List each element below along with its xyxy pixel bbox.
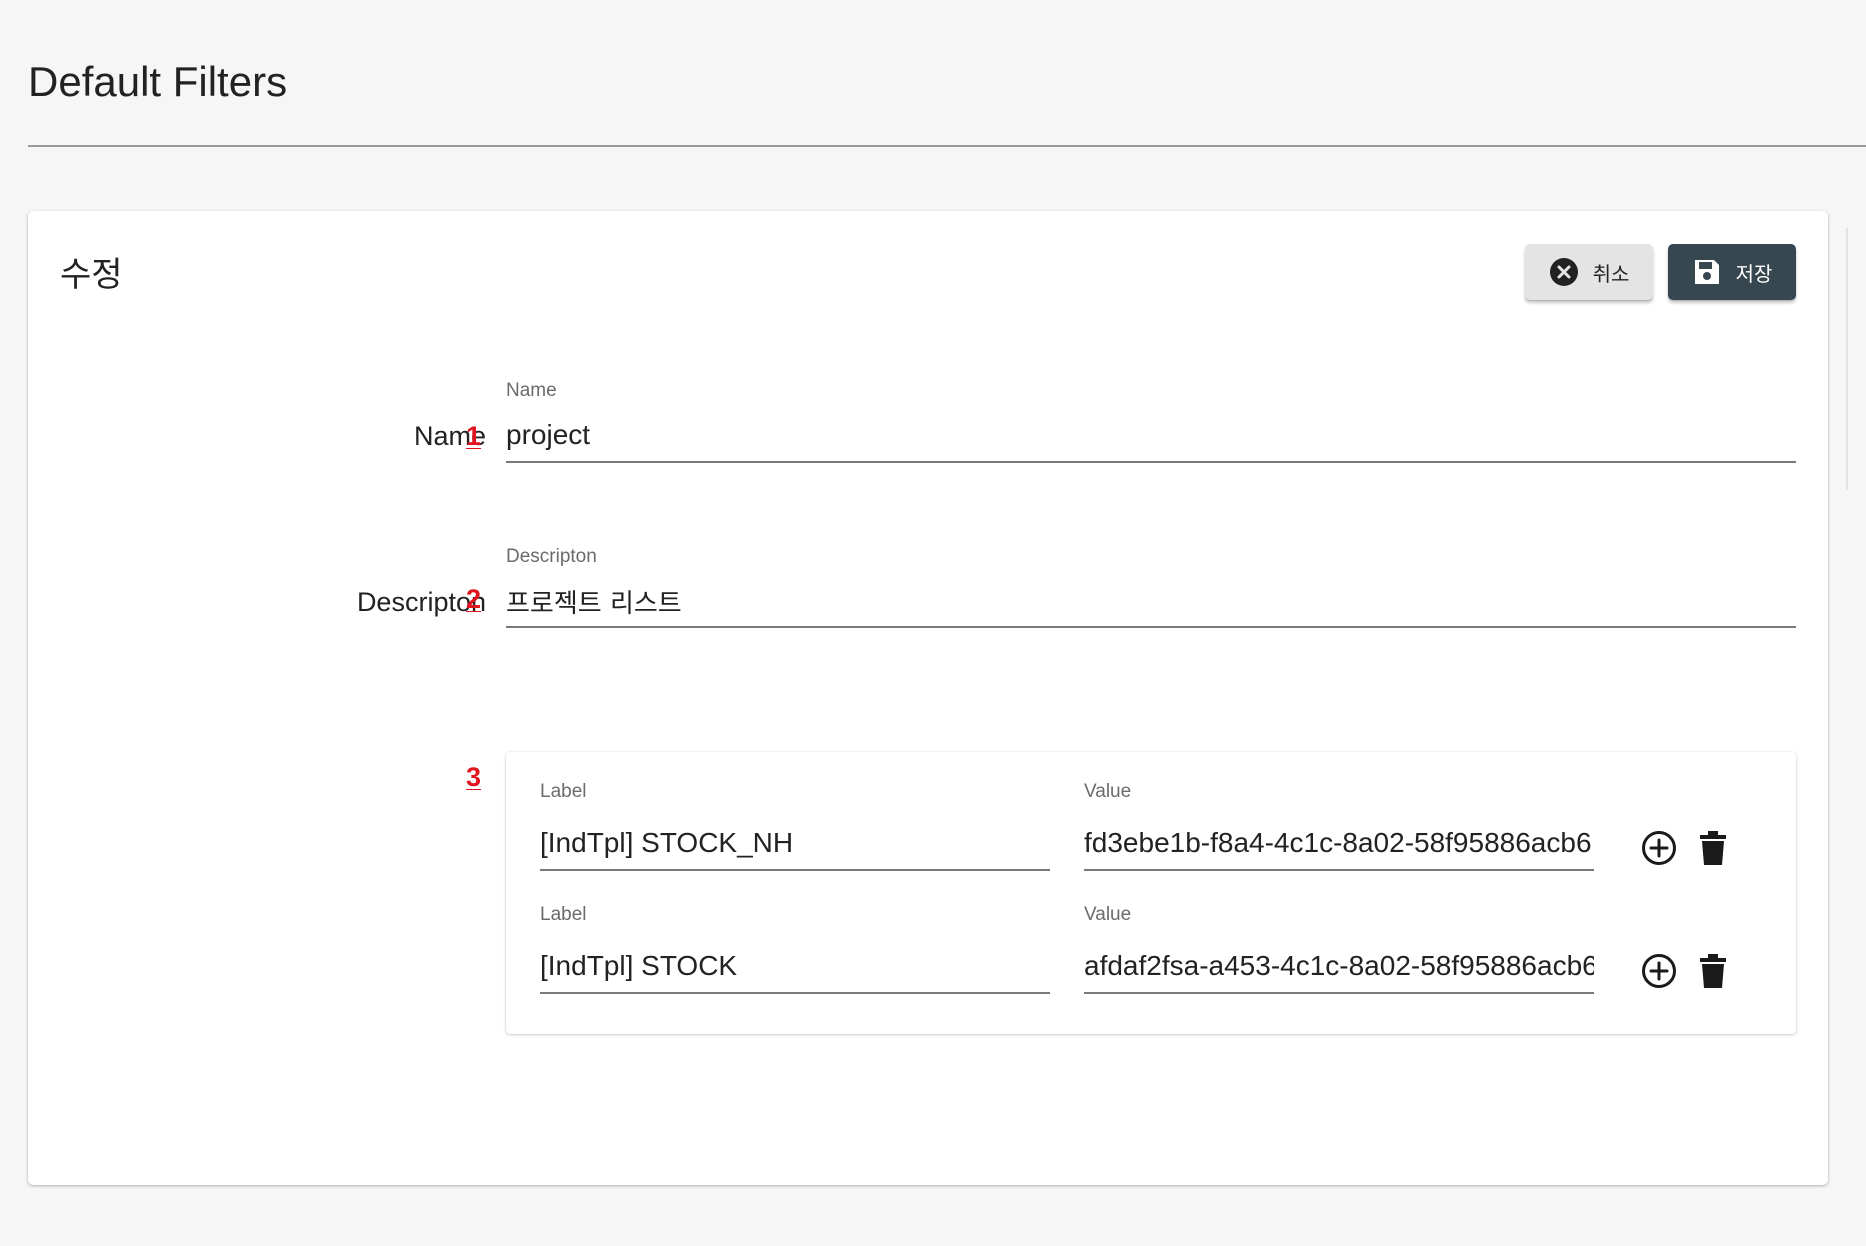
filter-value-caption: Value bbox=[1084, 904, 1132, 925]
floppy-disk-icon bbox=[1692, 257, 1722, 287]
name-float-label: Name bbox=[506, 380, 557, 401]
filters-panel: Label Value Label Value bbox=[506, 752, 1796, 1034]
trash-icon[interactable] bbox=[1694, 829, 1732, 867]
plus-circle-icon[interactable] bbox=[1640, 829, 1678, 867]
scrollbar[interactable] bbox=[1846, 228, 1848, 490]
name-input[interactable] bbox=[506, 419, 1796, 463]
filter-value-input[interactable] bbox=[1084, 950, 1594, 994]
card-title: 수정 bbox=[60, 255, 123, 295]
trash-icon[interactable] bbox=[1694, 952, 1732, 990]
edit-card: 수정 취소 저장 Name 1 Name Descripton 2 Descr bbox=[28, 211, 1828, 1185]
save-button-label: 저장 bbox=[1735, 261, 1773, 286]
cancel-button[interactable]: 취소 bbox=[1525, 244, 1653, 300]
filter-row: Label Value bbox=[506, 781, 1796, 891]
filter-value-input[interactable] bbox=[1084, 827, 1594, 871]
filter-row: Label Value bbox=[506, 904, 1796, 1014]
description-input[interactable] bbox=[506, 586, 1796, 628]
plus-circle-icon[interactable] bbox=[1640, 952, 1678, 990]
annotation-marker-1: 1 bbox=[466, 421, 482, 451]
filter-value-caption: Value bbox=[1084, 781, 1132, 802]
annotation-marker-3: 3 bbox=[466, 762, 482, 792]
annotation-marker-2: 2 bbox=[466, 584, 482, 614]
description-float-label: Descripton bbox=[506, 546, 597, 567]
filter-label-input[interactable] bbox=[540, 950, 1050, 994]
filter-label-caption: Label bbox=[540, 904, 587, 925]
filter-label-input[interactable] bbox=[540, 827, 1050, 871]
page-title: Default Filters bbox=[28, 58, 288, 105]
filter-label-caption: Label bbox=[540, 781, 587, 802]
save-button[interactable]: 저장 bbox=[1668, 244, 1796, 300]
cancel-button-label: 취소 bbox=[1592, 261, 1630, 286]
title-divider bbox=[28, 145, 1866, 147]
close-circle-icon bbox=[1549, 257, 1579, 287]
